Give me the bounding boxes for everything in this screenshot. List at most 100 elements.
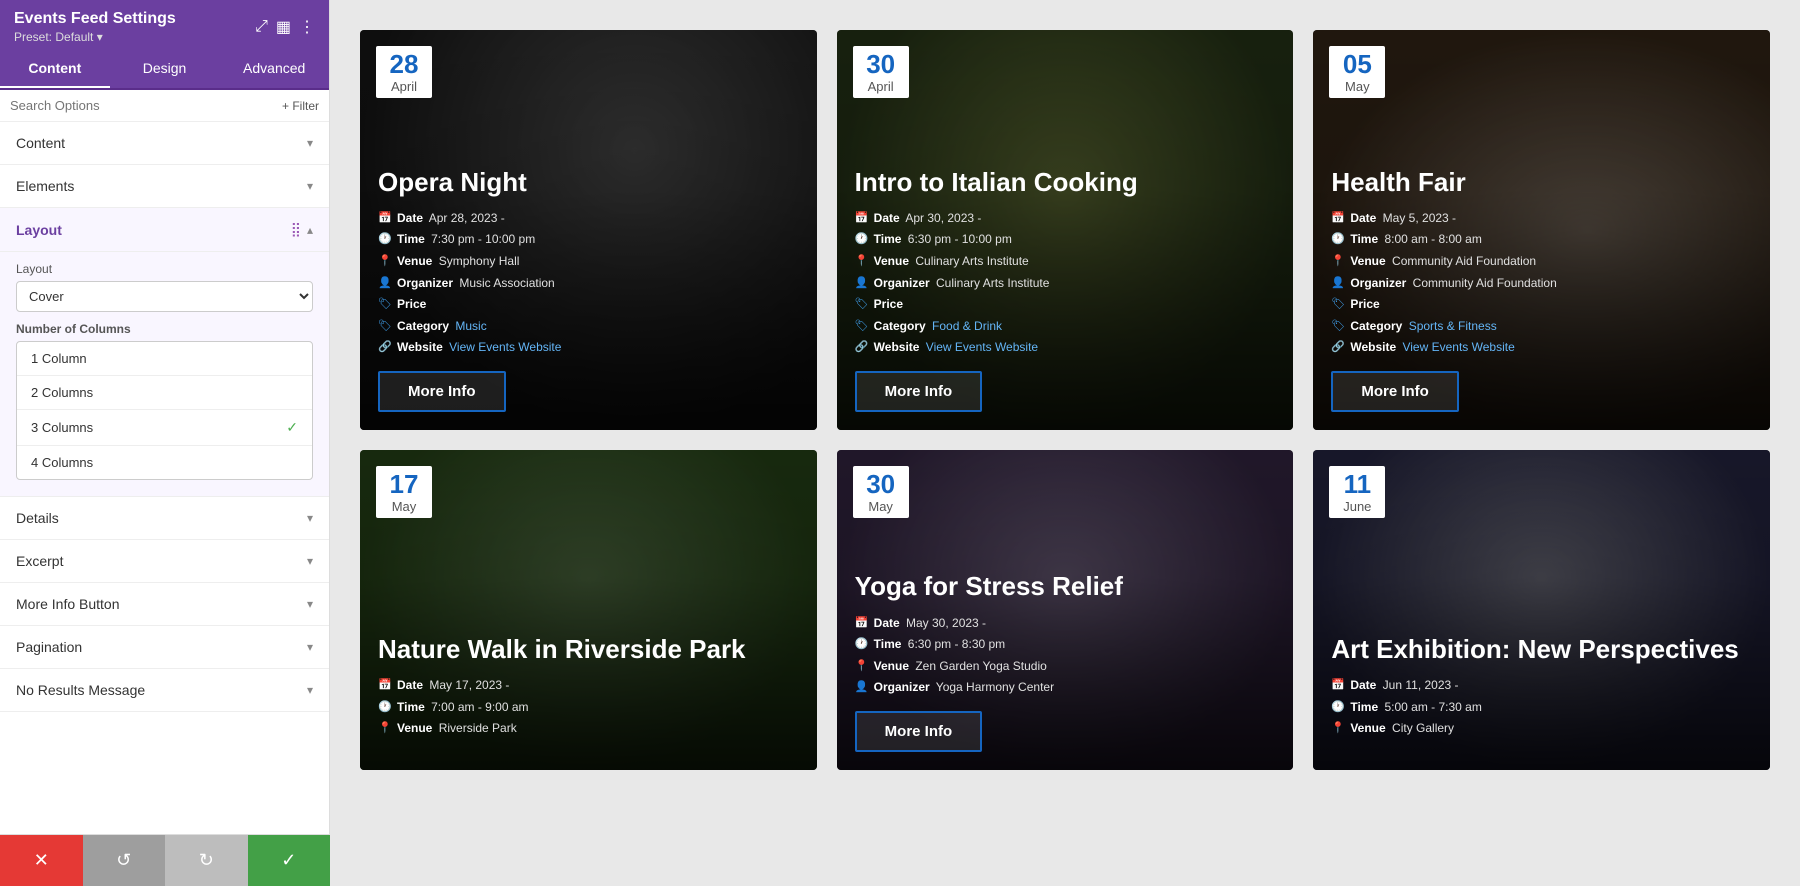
section-details[interactable]: Details ▾ bbox=[0, 497, 329, 540]
section-excerpt[interactable]: Excerpt ▾ bbox=[0, 540, 329, 583]
tab-content[interactable]: Content bbox=[0, 50, 110, 88]
chevron-up-icon: ▴ bbox=[307, 223, 313, 237]
event-card-nature: 17 May Nature Walk in Riverside Park 📅 D… bbox=[360, 450, 817, 770]
date-badge-health: 05 May bbox=[1329, 46, 1385, 98]
chevron-down-icon: ▾ bbox=[307, 136, 313, 150]
column-2-option[interactable]: 2 Columns bbox=[17, 376, 312, 410]
event-card-content-nature: Nature Walk in Riverside Park 📅 Date May… bbox=[360, 616, 817, 770]
date-icon: 📅 bbox=[1331, 676, 1345, 696]
tab-advanced[interactable]: Advanced bbox=[219, 50, 329, 88]
chevron-down-icon: ▾ bbox=[307, 511, 313, 525]
tab-design[interactable]: Design bbox=[110, 50, 220, 88]
event-card-content-health: Health Fair 📅 Date May 5, 2023 - 🕐 Time … bbox=[1313, 149, 1770, 430]
resize-icon[interactable]: ⤢ bbox=[255, 18, 268, 36]
time-icon: 🕐 bbox=[378, 230, 392, 250]
cancel-button[interactable]: ✕ bbox=[0, 835, 83, 886]
category-link[interactable]: Sports & Fitness bbox=[1409, 319, 1497, 333]
more-info-button-yoga[interactable]: More Info bbox=[855, 711, 983, 752]
price-icon: 🏷 bbox=[855, 295, 869, 315]
check-icon: ✓ bbox=[286, 419, 298, 436]
website-icon: 🔗 bbox=[378, 338, 392, 358]
layout-select[interactable]: Cover Standard List bbox=[16, 281, 313, 312]
website-link[interactable]: View Events Website bbox=[449, 340, 561, 354]
website-icon: 🔗 bbox=[855, 338, 869, 358]
chevron-down-icon: ▾ bbox=[307, 597, 313, 611]
save-button[interactable]: ✓ bbox=[248, 835, 331, 886]
more-info-button-opera[interactable]: More Info bbox=[378, 371, 506, 412]
date-badge-nature: 17 May bbox=[376, 466, 432, 518]
price-icon: 🏷 bbox=[378, 295, 392, 315]
chevron-down-icon: ▾ bbox=[307, 640, 313, 654]
panel-preset[interactable]: Preset: Default ▾ bbox=[14, 30, 176, 44]
filter-button[interactable]: + Filter bbox=[282, 99, 319, 113]
event-title-yoga: Yoga for Stress Relief bbox=[855, 571, 1276, 602]
price-icon: 🏷 bbox=[1331, 295, 1345, 315]
time-icon: 🕐 bbox=[1331, 698, 1345, 718]
category-icon: 🏷 bbox=[378, 317, 392, 337]
columns-dropdown: 1 Column 2 Columns 3 Columns ✓ 4 Columns bbox=[16, 341, 313, 480]
chevron-down-icon: ▾ bbox=[307, 683, 313, 697]
website-icon: 🔗 bbox=[1331, 338, 1345, 358]
time-icon: 🕐 bbox=[378, 698, 392, 718]
section-more-info-button[interactable]: More Info Button ▾ bbox=[0, 583, 329, 626]
layout-expanded: Layout Cover Standard List Number of Col… bbox=[0, 252, 329, 497]
event-card-cooking: 30 April Intro to Italian Cooking 📅 Date… bbox=[837, 30, 1294, 430]
left-panel: Events Feed Settings Preset: Default ▾ ⤢… bbox=[0, 0, 330, 886]
chevron-down-icon: ▾ bbox=[307, 179, 313, 193]
more-icon[interactable]: ⋮ bbox=[299, 17, 315, 37]
event-card-content-opera: Opera Night 📅 Date Apr 28, 2023 - 🕐 Time… bbox=[360, 149, 817, 430]
section-layout[interactable]: Layout ⣿ ▴ bbox=[0, 208, 329, 252]
panel-title: Events Feed Settings bbox=[14, 10, 176, 28]
date-badge-yoga: 30 May bbox=[853, 466, 909, 518]
more-info-button-health[interactable]: More Info bbox=[1331, 371, 1459, 412]
panel-sections: Content ▾ Elements ▾ Layout ⣿ ▴ Layout C… bbox=[0, 122, 329, 886]
date-icon: 📅 bbox=[378, 209, 392, 229]
category-icon: 🏷 bbox=[855, 317, 869, 337]
section-pagination[interactable]: Pagination ▾ bbox=[0, 626, 329, 669]
venue-icon: 📍 bbox=[378, 252, 392, 272]
search-row: + Filter bbox=[0, 90, 329, 122]
event-meta-opera: 📅 Date Apr 28, 2023 - 🕐 Time 7:30 pm - 1… bbox=[378, 208, 799, 359]
organizer-icon: 👤 bbox=[855, 274, 869, 294]
events-grid: 28 April Opera Night 📅 Date Apr 28, 2023… bbox=[360, 30, 1770, 770]
column-4-option[interactable]: 4 Columns bbox=[17, 446, 312, 479]
section-content[interactable]: Content ▾ bbox=[0, 122, 329, 165]
venue-icon: 📍 bbox=[855, 657, 869, 677]
section-no-results[interactable]: No Results Message ▾ bbox=[0, 669, 329, 712]
undo-button[interactable]: ↺ bbox=[83, 835, 166, 886]
time-icon: 🕐 bbox=[855, 635, 869, 655]
category-icon: 🏷 bbox=[1331, 317, 1345, 337]
venue-icon: 📍 bbox=[855, 252, 869, 272]
time-icon: 🕐 bbox=[1331, 230, 1345, 250]
event-card-yoga: 30 May Yoga for Stress Relief 📅 Date May… bbox=[837, 450, 1294, 770]
panel-header: Events Feed Settings Preset: Default ▾ ⤢… bbox=[0, 0, 329, 50]
venue-icon: 📍 bbox=[1331, 719, 1345, 739]
date-badge-opera: 28 April bbox=[376, 46, 432, 98]
event-title-health: Health Fair bbox=[1331, 167, 1752, 198]
category-link[interactable]: Food & Drink bbox=[932, 319, 1002, 333]
event-card-content-art: Art Exhibition: New Perspectives 📅 Date … bbox=[1313, 616, 1770, 770]
website-link[interactable]: View Events Website bbox=[1402, 340, 1514, 354]
search-input[interactable] bbox=[10, 98, 276, 113]
date-badge-cooking: 30 April bbox=[853, 46, 909, 98]
organizer-icon: 👤 bbox=[1331, 274, 1345, 294]
website-link[interactable]: View Events Website bbox=[926, 340, 1038, 354]
event-title-nature: Nature Walk in Riverside Park bbox=[378, 634, 799, 665]
redo-button[interactable]: ↻ bbox=[165, 835, 248, 886]
more-info-button-cooking[interactable]: More Info bbox=[855, 371, 983, 412]
event-card-art: 11 June Art Exhibition: New Perspectives… bbox=[1313, 450, 1770, 770]
date-icon: 📅 bbox=[855, 614, 869, 634]
bottom-bar: ✕ ↺ ↻ ✓ bbox=[0, 834, 330, 886]
category-link[interactable]: Music bbox=[455, 319, 486, 333]
event-card-opera: 28 April Opera Night 📅 Date Apr 28, 2023… bbox=[360, 30, 817, 430]
date-icon: 📅 bbox=[855, 209, 869, 229]
venue-icon: 📍 bbox=[378, 719, 392, 739]
panel-tabs: Content Design Advanced bbox=[0, 50, 329, 90]
time-icon: 🕐 bbox=[855, 230, 869, 250]
column-3-option[interactable]: 3 Columns ✓ bbox=[17, 410, 312, 446]
event-meta-nature: 📅 Date May 17, 2023 - 🕐 Time 7:00 am - 9… bbox=[378, 675, 799, 740]
column-1-option[interactable]: 1 Column bbox=[17, 342, 312, 376]
layout-icon[interactable]: ▦ bbox=[276, 17, 291, 37]
section-elements[interactable]: Elements ▾ bbox=[0, 165, 329, 208]
event-meta-art: 📅 Date Jun 11, 2023 - 🕐 Time 5:00 am - 7… bbox=[1331, 675, 1752, 740]
